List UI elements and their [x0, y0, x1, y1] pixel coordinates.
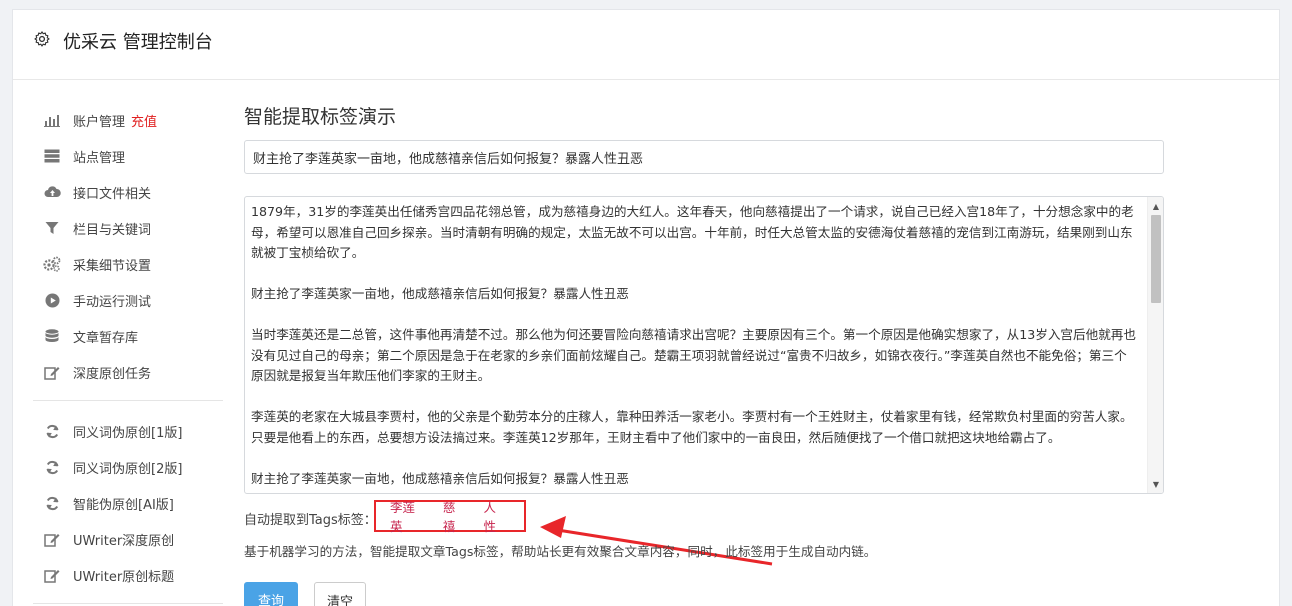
sidebar-item-label: 文章暂存库 [73, 330, 139, 346]
sidebar-item[interactable]: 同义词伪原创[1版] [33, 413, 223, 449]
filter-icon [43, 220, 61, 236]
sidebar-item[interactable]: 采集细节设置 [33, 246, 223, 282]
tags-row: 自动提取到Tags标签： [244, 507, 377, 529]
clear-button[interactable]: 清空 [314, 582, 366, 606]
sidebar-item-label: UWriter深度原创 [73, 533, 175, 549]
sidebar-item[interactable]: 智能伪原创[AI版] [33, 485, 223, 521]
sidebar-item[interactable]: 账户管理 充值 [33, 102, 223, 138]
refresh-icon [43, 423, 61, 439]
submit-button[interactable]: 查询 [244, 582, 298, 606]
sidebar-item[interactable]: 接口文件相关 [33, 174, 223, 210]
play-circle-icon [43, 292, 61, 308]
scroll-down-arrow-icon[interactable]: ▼ [1148, 477, 1163, 491]
sidebar-item[interactable]: 深度原创任务 [33, 354, 223, 390]
recharge-badge[interactable]: 充值 [131, 111, 157, 130]
tag-item: 人性 [483, 500, 496, 534]
sidebar-item-label: 深度原创任务 [73, 366, 152, 382]
sidebar-item[interactable]: UWriter原创标题 [33, 557, 223, 593]
bar-chart-icon [43, 112, 61, 128]
tag-item: 李莲英 [390, 500, 416, 534]
sidebar-item[interactable]: 栏目与关键词 [33, 210, 223, 246]
scroll-up-arrow-icon[interactable]: ▲ [1148, 199, 1163, 213]
edit-icon [43, 567, 61, 583]
sidebar-item-label: 同义词伪原创[1版] [73, 425, 183, 441]
server-icon [43, 148, 61, 164]
sidebar-divider [33, 603, 223, 604]
panel-header: 优采云 管理控制台 [13, 10, 1279, 80]
cloud-upload-icon [43, 184, 61, 200]
sidebar-divider [33, 400, 223, 401]
sidebar-item-label: 同义词伪原创[2版] [73, 461, 183, 477]
sidebar-item-label: 栏目与关键词 [73, 222, 152, 238]
tags-highlight-box: 李莲英 慈禧 人性 [374, 500, 526, 534]
article-title-input[interactable] [244, 140, 1164, 174]
tags-label: 自动提取到Tags标签： [244, 512, 377, 528]
edit-icon [43, 364, 61, 380]
sidebar-item[interactable]: 同义词伪原创[2版] [33, 449, 223, 485]
sidebar-item[interactable]: UWriter深度原创 [33, 521, 223, 557]
refresh-icon [43, 459, 61, 475]
textarea-scrollbar[interactable]: ▲ ▼ [1147, 197, 1163, 493]
app-title: 优采云 管理控制台 [63, 32, 213, 53]
sidebar-item[interactable]: 手动运行测试 [33, 282, 223, 318]
sidebar-item[interactable]: 站点管理 [33, 138, 223, 174]
sidebar-item-label: 账户管理 [73, 114, 126, 130]
refresh-icon [43, 495, 61, 511]
sidebar-item-label: 接口文件相关 [73, 186, 152, 202]
feature-description: 基于机器学习的方法，智能提取文章Tags标签，帮助站长更有效聚合文章内容，同时，… [244, 544, 877, 559]
scroll-thumb[interactable] [1151, 215, 1161, 303]
gear-icon [34, 31, 50, 47]
sidebar-item-label: 采集细节设置 [73, 258, 152, 274]
sidebar-item-label: 智能伪原创[AI版] [73, 497, 174, 513]
article-content-textarea[interactable]: 1879年，31岁的李莲英出任储秀宫四品花翎总管，成为慈禧身边的大红人。这年春天… [244, 196, 1164, 494]
database-icon [43, 328, 61, 344]
sidebar-item[interactable]: 文章暂存库 [33, 318, 223, 354]
sidebar-item-label: UWriter原创标题 [73, 569, 175, 585]
gears-icon [43, 256, 61, 272]
tag-item: 慈禧 [442, 500, 456, 534]
article-content-text[interactable]: 1879年，31岁的李莲英出任储秀宫四品花翎总管，成为慈禧身边的大红人。这年春天… [251, 202, 1139, 489]
sidebar-item-label: 站点管理 [73, 150, 126, 166]
sidebar: 账户管理 充值站点管理接口文件相关 栏目与关键词 采集细节设置 手动运行测试 文章暂存库深… [33, 102, 223, 606]
sidebar-item-label: 手动运行测试 [73, 294, 152, 310]
page-title: 智能提取标签演示 [244, 106, 397, 128]
edit-icon [43, 531, 61, 547]
